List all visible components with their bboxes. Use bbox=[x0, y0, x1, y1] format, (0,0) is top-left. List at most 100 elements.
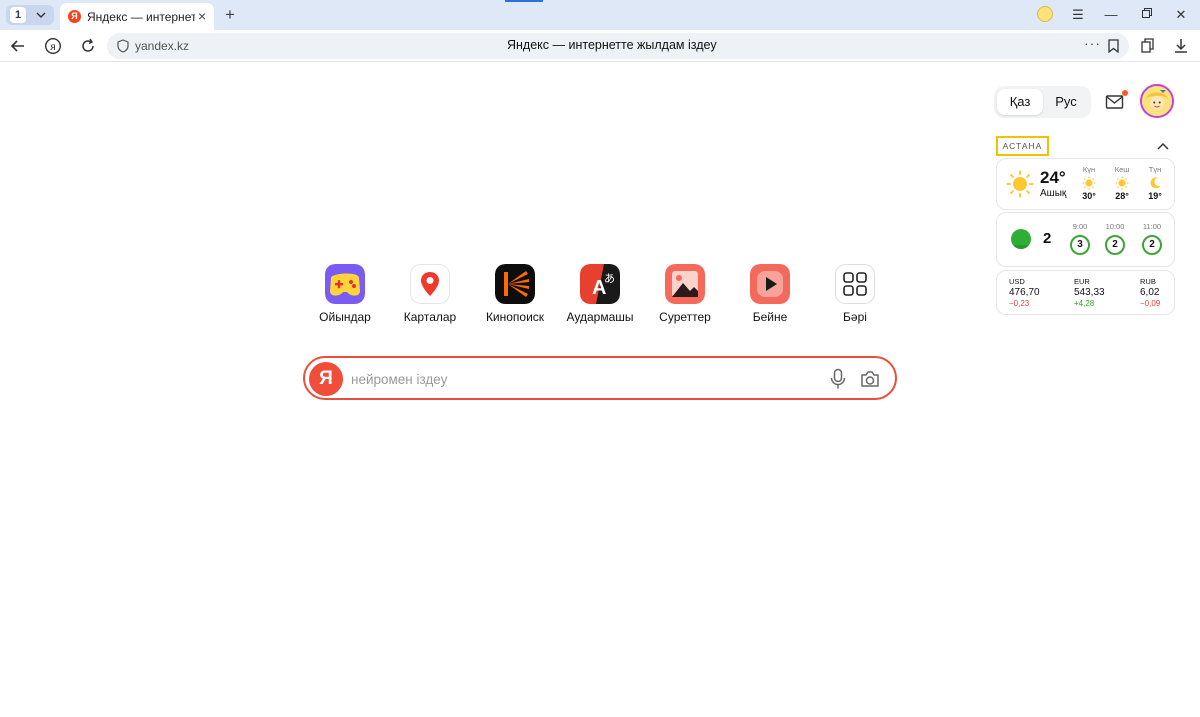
currency-code: RUB bbox=[1140, 277, 1156, 286]
mail-icon[interactable] bbox=[1105, 94, 1125, 110]
traffic-time: 9:00 bbox=[1072, 222, 1088, 231]
games-icon bbox=[325, 264, 365, 304]
service-video[interactable]: Бейне bbox=[730, 264, 810, 324]
rate-eur: EUR 543,33 +4,28 bbox=[1074, 277, 1105, 308]
search-input[interactable] bbox=[351, 368, 811, 390]
close-window-icon[interactable]: ✕ bbox=[1172, 6, 1190, 24]
service-images[interactable]: Суреттер bbox=[645, 264, 725, 324]
tab-close-icon[interactable]: × bbox=[198, 9, 206, 23]
search-box: Я bbox=[303, 356, 897, 400]
bookmark-icon[interactable] bbox=[1108, 39, 1119, 53]
reload-icon[interactable] bbox=[79, 37, 97, 55]
sun-icon bbox=[1082, 176, 1096, 190]
minimize-icon[interactable]: — bbox=[1102, 6, 1120, 24]
traffic-time: 11:00 bbox=[1142, 222, 1162, 231]
weather-widget[interactable]: 24° Ашық Күн 30° Кеш 28° Түн 19° bbox=[996, 158, 1175, 210]
service-label: Кинопоиск bbox=[485, 310, 545, 324]
forecast-slot: Түн 19° bbox=[1140, 165, 1170, 201]
rate-rub: RUB 6,02 −0,09 bbox=[1140, 277, 1160, 308]
lang-kazakh-button[interactable]: Қаз bbox=[997, 89, 1043, 115]
camera-search-icon[interactable] bbox=[859, 369, 881, 389]
forecast-temp: 28° bbox=[1115, 191, 1129, 201]
service-kinopoisk[interactable]: Кинопоиск bbox=[475, 264, 555, 324]
images-icon bbox=[665, 264, 705, 304]
traffic-score: 2 bbox=[1105, 235, 1125, 255]
restore-icon[interactable] bbox=[1138, 6, 1156, 24]
svg-text:я: я bbox=[50, 42, 55, 53]
weather-condition: Ашық bbox=[1040, 188, 1067, 199]
yandex-logo-icon[interactable]: Я bbox=[309, 362, 343, 396]
traffic-score: 2 bbox=[1142, 235, 1162, 255]
tab-title: Яндекс — интернетте жылдам іздеу bbox=[87, 10, 195, 24]
forecast-temp: 19° bbox=[1148, 191, 1162, 201]
back-arrow-icon[interactable] bbox=[9, 37, 27, 55]
currency-code: EUR bbox=[1074, 277, 1090, 286]
yandex-home-icon[interactable]: я bbox=[44, 37, 62, 55]
traffic-forecast-slot: 11:00 2 bbox=[1138, 222, 1166, 255]
user-avatar-icon bbox=[1142, 86, 1172, 116]
city-label[interactable]: АСТАНА bbox=[996, 136, 1049, 156]
currency-change: −0,09 bbox=[1140, 299, 1161, 308]
service-label: Бәрі bbox=[843, 310, 867, 324]
currency-value: 543,33 bbox=[1074, 287, 1105, 298]
profile-avatar-icon[interactable] bbox=[1037, 6, 1053, 22]
address-bar[interactable]: yandex.kz Яндекс — интернетте жылдам ізд… bbox=[107, 33, 1129, 59]
traffic-forecast-slot: 9:00 3 bbox=[1066, 222, 1094, 255]
current-temperature: 24° bbox=[1040, 168, 1066, 187]
lang-russian-button[interactable]: Рус bbox=[1044, 89, 1088, 115]
chevron-down-icon bbox=[36, 12, 46, 18]
service-games[interactable]: Ойындар bbox=[305, 264, 385, 324]
forecast-label: Күн bbox=[1082, 165, 1096, 174]
moon-icon bbox=[1150, 177, 1161, 189]
page-title: Яндекс — интернетте жылдам іздеу bbox=[507, 38, 717, 52]
download-icon[interactable] bbox=[1172, 37, 1190, 55]
forecast-temp: 30° bbox=[1082, 191, 1096, 201]
rate-usd: USD 476,70 −0,23 bbox=[1009, 277, 1040, 308]
new-tab-button[interactable]: + bbox=[221, 6, 239, 24]
traffic-light-icon bbox=[1011, 229, 1031, 249]
browser-tab-bar: 1 Я Яндекс — интернетте жылдам іздеу × +… bbox=[0, 0, 1200, 30]
collections-icon[interactable] bbox=[1139, 37, 1157, 55]
shield-icon[interactable] bbox=[117, 39, 129, 53]
active-tab[interactable]: Я Яндекс — интернетте жылдам іздеу × bbox=[60, 3, 214, 30]
microphone-icon[interactable] bbox=[829, 368, 847, 390]
service-label: Аудармашы bbox=[566, 310, 634, 324]
service-label: Суреттер bbox=[659, 310, 711, 324]
more-options-icon[interactable]: ··· bbox=[1084, 35, 1101, 51]
forecast-label: Кеш bbox=[1114, 165, 1130, 174]
chevron-up-icon[interactable] bbox=[1156, 141, 1170, 151]
tab-count: 1 bbox=[10, 7, 26, 23]
svg-text:あ: あ bbox=[604, 272, 615, 285]
service-translate[interactable]: A あ Аудармашы bbox=[560, 264, 640, 324]
traffic-score: 3 bbox=[1070, 235, 1090, 255]
browser-nav-bar: я yandex.kz Яндекс — интернетте жылдам і… bbox=[0, 30, 1200, 62]
notification-dot bbox=[1122, 90, 1128, 96]
service-label: Карталар bbox=[403, 310, 457, 324]
url-text: yandex.kz bbox=[135, 39, 190, 53]
currency-code: USD bbox=[1009, 277, 1025, 286]
currency-rates-widget[interactable]: USD 476,70 −0,23 EUR 543,33 +4,28 RUB 6,… bbox=[996, 270, 1175, 315]
translate-icon: A あ bbox=[580, 264, 620, 304]
service-all[interactable]: Бәрі bbox=[815, 264, 895, 324]
service-label: Бейне bbox=[752, 310, 788, 324]
all-services-icon bbox=[835, 264, 875, 304]
traffic-widget[interactable]: 2 9:00 3 10:00 2 11:00 2 bbox=[996, 212, 1175, 267]
traffic-time: 10:00 bbox=[1105, 222, 1125, 231]
menu-icon[interactable]: ☰ bbox=[1069, 6, 1087, 24]
forecast-label: Түн bbox=[1148, 165, 1162, 174]
traffic-level: 2 bbox=[1043, 230, 1052, 247]
service-label: Ойындар bbox=[319, 310, 371, 324]
currency-change: +4,28 bbox=[1074, 299, 1095, 308]
sun-icon bbox=[1115, 176, 1129, 190]
forecast-slot: Күн 30° bbox=[1074, 165, 1104, 201]
currency-change: −0,23 bbox=[1009, 299, 1030, 308]
maps-icon bbox=[410, 264, 450, 304]
forecast-slot: Кеш 28° bbox=[1107, 165, 1137, 201]
traffic-forecast-slot: 10:00 2 bbox=[1101, 222, 1129, 255]
currency-value: 476,70 bbox=[1009, 287, 1040, 298]
service-maps[interactable]: Карталар bbox=[390, 264, 470, 324]
language-switcher: Қаз Рус bbox=[994, 86, 1091, 118]
tab-bar-accent bbox=[505, 0, 543, 2]
tab-counter-button[interactable]: 1 bbox=[6, 5, 54, 25]
avatar[interactable] bbox=[1140, 84, 1174, 118]
